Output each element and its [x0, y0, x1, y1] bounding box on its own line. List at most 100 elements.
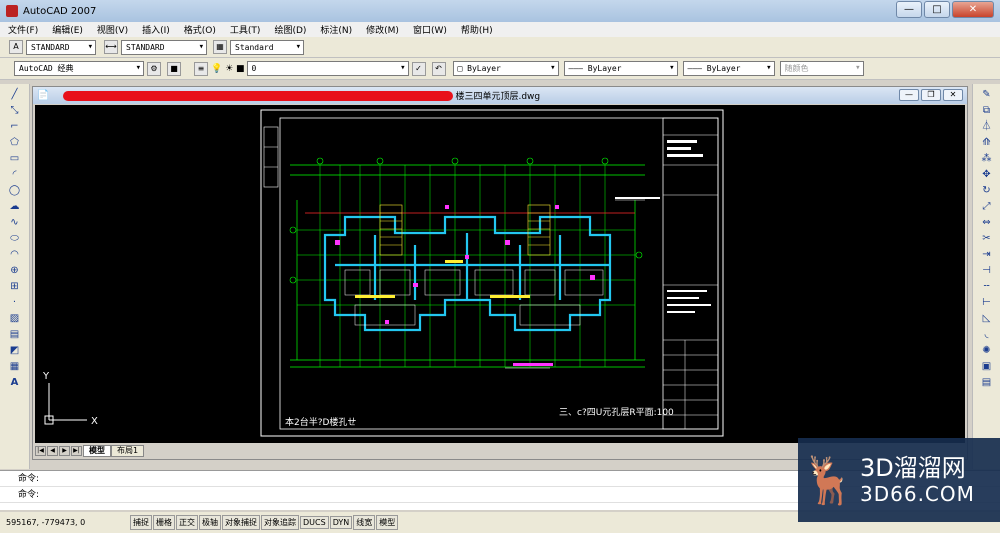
menu-view[interactable]: 视图(V): [97, 23, 128, 36]
scale-icon[interactable]: ⤢: [978, 199, 996, 214]
workspace-save-icon[interactable]: ■: [167, 61, 181, 76]
tab-next-button[interactable]: ▶: [59, 446, 70, 456]
color-swatch-icon: □: [457, 64, 468, 73]
explode-icon[interactable]: ✺: [978, 343, 996, 358]
table-style-icon[interactable]: ▦: [213, 40, 227, 54]
watermark-logo: 🦌 3D溜溜网 3D66.COM: [798, 438, 1000, 522]
menu-modify[interactable]: 修改(M): [366, 23, 399, 36]
dim-style-select[interactable]: STANDARD: [121, 39, 207, 55]
circle-icon[interactable]: ◯: [6, 183, 24, 198]
dyn-toggle[interactable]: DYN: [329, 516, 353, 529]
menu-help[interactable]: 帮助(H): [461, 23, 493, 36]
minimize-button[interactable]: —: [896, 1, 922, 18]
copy-icon[interactable]: ⧉: [978, 103, 996, 118]
tab-layout1[interactable]: 布局1: [111, 445, 145, 457]
erase-icon[interactable]: ✎: [978, 87, 996, 102]
menu-edit[interactable]: 编辑(E): [52, 23, 83, 36]
menu-insert[interactable]: 插入(I): [142, 23, 170, 36]
menu-format[interactable]: 格式(O): [184, 23, 216, 36]
polar-toggle[interactable]: 极轴: [199, 515, 221, 530]
menu-window[interactable]: 窗口(W): [413, 23, 447, 36]
doc-restore-button[interactable]: ❐: [921, 89, 941, 101]
join-icon[interactable]: ⊢: [978, 295, 996, 310]
ducs-toggle[interactable]: DUCS: [300, 516, 329, 529]
array-icon[interactable]: ⁂: [978, 151, 996, 166]
menu-file[interactable]: 文件(F): [8, 23, 38, 36]
lineweight-select[interactable]: ——— ByLayer: [682, 61, 775, 76]
snap-toggle[interactable]: 捕捉: [130, 515, 152, 530]
model-space-canvas[interactable]: Y X 本2台半?D楼孔ㄝ 三、c?四U元孔层R平面:100: [35, 105, 965, 443]
mirror-icon[interactable]: ⏃: [978, 119, 996, 134]
menu-draw[interactable]: 绘图(D): [274, 23, 306, 36]
insert-block-icon[interactable]: ⊕: [6, 263, 24, 278]
multiline-text-icon[interactable]: A: [6, 375, 24, 390]
drawing-graphics: [44, 109, 724, 437]
text-style-select[interactable]: STANDARD: [26, 39, 96, 55]
gradient-icon[interactable]: ▤: [6, 327, 24, 342]
grid-toggle[interactable]: 栅格: [153, 515, 175, 530]
arc-icon[interactable]: ◜: [6, 167, 24, 182]
rectangle-icon[interactable]: ▭: [6, 151, 24, 166]
table-icon[interactable]: ▦: [6, 359, 24, 374]
window-title: AutoCAD 2007: [23, 5, 97, 17]
ortho-toggle[interactable]: 正交: [176, 515, 198, 530]
tab-prev-button[interactable]: ◀: [47, 446, 58, 456]
polygon-icon[interactable]: ⬠: [6, 135, 24, 150]
chamfer-icon[interactable]: ◺: [978, 311, 996, 326]
redacted-filename: [63, 90, 454, 101]
layer-previous-icon[interactable]: ↶: [431, 61, 446, 76]
table-style-select[interactable]: Standard: [230, 39, 304, 55]
autocad-app-icon: [6, 5, 18, 17]
doc-minimize-button[interactable]: —: [899, 89, 919, 101]
extend-icon[interactable]: ⇥: [978, 247, 996, 262]
rotate-icon[interactable]: ↻: [978, 183, 996, 198]
watermark-brand: 3D溜溜网: [860, 454, 966, 482]
osnap-toggle[interactable]: 对象捕捉: [222, 515, 260, 530]
tab-model[interactable]: 模型: [83, 445, 111, 457]
break-at-point-icon[interactable]: ⊣: [978, 263, 996, 278]
polyline-icon[interactable]: ⌐: [6, 119, 24, 134]
match-properties-icon[interactable]: ▤: [978, 375, 996, 390]
linetype-select[interactable]: ——— ByLayer: [563, 61, 678, 76]
stretch-icon[interactable]: ⇔: [978, 215, 996, 230]
construction-line-icon[interactable]: ⤡: [6, 103, 24, 118]
trim-icon[interactable]: ✂: [978, 231, 996, 246]
workspace-settings-icon[interactable]: ⚙: [147, 61, 161, 76]
maximize-button[interactable]: □: [924, 1, 950, 18]
dim-style-icon[interactable]: ⟷: [104, 40, 118, 54]
text-style-icon[interactable]: A: [9, 40, 23, 54]
menu-dimension[interactable]: 标注(N): [320, 23, 352, 36]
move-icon[interactable]: ✥: [978, 167, 996, 182]
menu-tools[interactable]: 工具(T): [230, 23, 261, 36]
drawing-title-bar: 📄 楼三四单元顶层.dwg — ❐ ✕: [33, 87, 967, 104]
lineweight-toggle[interactable]: 线宽: [353, 515, 376, 530]
tab-first-button[interactable]: |◀: [35, 446, 46, 456]
close-button[interactable]: ✕: [952, 1, 994, 18]
ellipse-icon[interactable]: ⬭: [6, 231, 24, 246]
revision-cloud-icon[interactable]: ☁: [6, 199, 24, 214]
otrack-toggle[interactable]: 对象追踪: [261, 515, 299, 530]
line-icon[interactable]: ╱: [6, 87, 24, 102]
point-icon[interactable]: ·: [6, 295, 24, 310]
cursor-coordinates: 595167, -779473, 0: [6, 518, 86, 527]
break-icon[interactable]: ╌: [978, 279, 996, 294]
deer-logo-icon: 🦌: [800, 453, 858, 507]
make-current-layer-icon[interactable]: ✓: [411, 61, 426, 76]
properties-icon[interactable]: ▣: [978, 359, 996, 374]
model-toggle[interactable]: 模型: [376, 515, 399, 530]
doc-close-button[interactable]: ✕: [943, 89, 963, 101]
title-bar: AutoCAD 2007 — □ ✕: [0, 0, 1000, 22]
spline-icon[interactable]: ∿: [6, 215, 24, 230]
watermark-site: 3D66.COM: [860, 482, 975, 506]
layer-select[interactable]: 0: [246, 61, 409, 76]
workspace-select[interactable]: AutoCAD 经典: [14, 61, 144, 76]
hatch-icon[interactable]: ▨: [6, 311, 24, 326]
region-icon[interactable]: ◩: [6, 343, 24, 358]
make-block-icon[interactable]: ⊞: [6, 279, 24, 294]
fillet-icon[interactable]: ◟: [978, 327, 996, 342]
ellipse-arc-icon[interactable]: ◠: [6, 247, 24, 262]
layer-manager-icon[interactable]: ≡: [194, 61, 208, 76]
offset-icon[interactable]: ⟰: [978, 135, 996, 150]
tab-last-button[interactable]: ▶|: [71, 446, 82, 456]
color-select[interactable]: □ ByLayer: [452, 61, 559, 76]
